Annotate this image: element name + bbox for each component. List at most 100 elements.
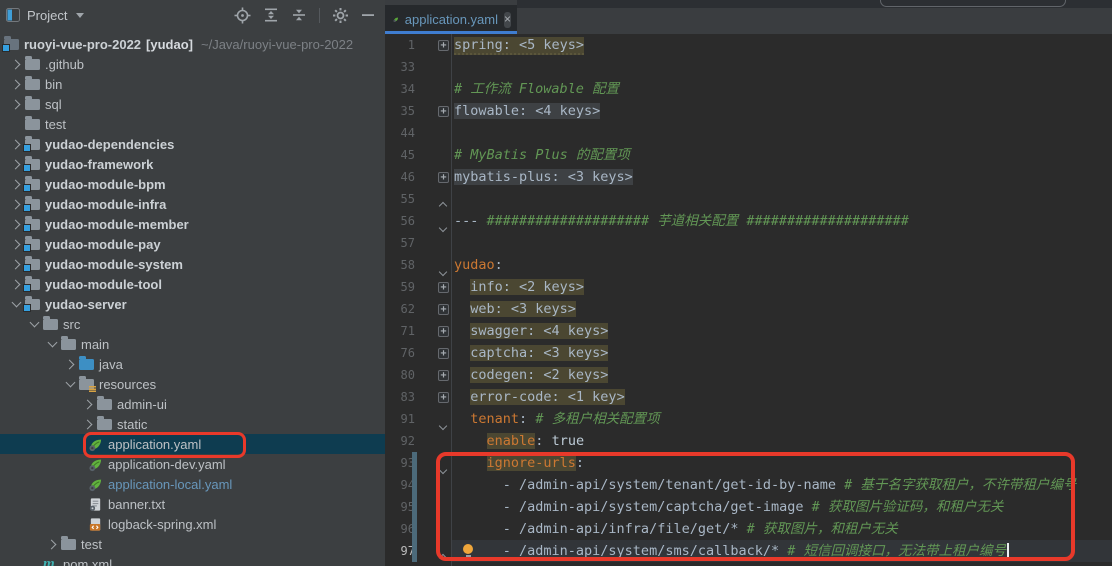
tree-item-sql[interactable]: sql (0, 94, 385, 114)
tree-item-yudao-module-pay[interactable]: yudao-module-pay (0, 234, 385, 254)
folded-region[interactable]: swagger: <4 keys> (470, 323, 608, 339)
code-line-80[interactable]: codegen: <2 keys> (452, 364, 1112, 386)
locate-icon[interactable] (234, 7, 251, 24)
tree-item-yudao-dependencies[interactable]: yudao-dependencies (0, 134, 385, 154)
tree-item-yudao-module-infra[interactable]: yudao-module-infra (0, 194, 385, 214)
chevron-right-icon[interactable] (82, 399, 92, 409)
chevron-right-icon[interactable] (10, 219, 20, 229)
tree-item-resources[interactable]: resources (0, 374, 385, 394)
code-line-92[interactable]: enable: true (452, 430, 1112, 452)
hide-panel-icon[interactable] (361, 8, 375, 22)
folded-region[interactable]: error-code: <1 key> (470, 389, 624, 405)
fold-expand-icon[interactable]: + (438, 304, 449, 315)
tab-application-yaml[interactable]: application.yaml × (385, 5, 517, 34)
tree-item-static[interactable]: static (0, 414, 385, 434)
code-line-59[interactable]: info: <2 keys> (452, 276, 1112, 298)
code-line-91[interactable]: tenant: # 多租户相关配置项 (452, 408, 1112, 430)
folded-region[interactable]: flowable: <4 keys> (454, 103, 600, 119)
code-line-34[interactable]: # 工作流 Flowable 配置 (452, 78, 1112, 100)
chevron-right-icon[interactable] (10, 79, 20, 89)
tree-item-banner-txt[interactable]: banner.txt (0, 494, 385, 514)
chevron-down-icon[interactable] (47, 338, 57, 348)
folded-region[interactable]: spring: <5 keys> (454, 37, 584, 55)
code-line-95[interactable]: - /admin-api/system/captcha/get-image # … (452, 496, 1112, 518)
fold-expand-icon[interactable]: + (438, 106, 449, 117)
chevron-right-icon[interactable] (10, 179, 20, 189)
tree-item-admin-ui[interactable]: admin-ui (0, 394, 385, 414)
code-line-1[interactable]: spring: <5 keys> (452, 34, 1112, 56)
code-line-35[interactable]: flowable: <4 keys> (452, 100, 1112, 122)
tree-item-yudao-server[interactable]: yudao-server (0, 294, 385, 314)
code-line-57[interactable] (452, 232, 1112, 254)
code-editor[interactable]: 1+333435+444546+5556575859+62+71+76+80+8… (385, 34, 1112, 566)
folded-region[interactable]: codegen: <2 keys> (470, 367, 608, 383)
expand-all-icon[interactable] (263, 7, 279, 23)
code-line-94[interactable]: - /admin-api/system/tenant/get-id-by-nam… (452, 474, 1112, 496)
tree-item-application-yaml[interactable]: application.yaml (0, 434, 385, 454)
tree-item-yudao-module-member[interactable]: yudao-module-member (0, 214, 385, 234)
code-line-97[interactable]: - /admin-api/system/sms/callback/* # 短信回… (452, 540, 1112, 562)
tree-item-test[interactable]: test (0, 534, 385, 554)
chevron-right-icon[interactable] (10, 159, 20, 169)
tree-item-application-dev-yaml[interactable]: application-dev.yaml (0, 454, 385, 474)
chevron-right-icon[interactable] (10, 279, 20, 289)
code-line-83[interactable]: error-code: <1 key> (452, 386, 1112, 408)
fold-expand-icon[interactable]: + (438, 40, 449, 51)
tree-item-logback-spring-xml[interactable]: logback-spring.xml (0, 514, 385, 534)
chevron-down-icon[interactable] (29, 318, 39, 328)
tree-item-ruoyi-vue-pro-2022[interactable]: ruoyi-vue-pro-2022[yudao]~/Java/ruoyi-vu… (0, 34, 385, 54)
folded-region[interactable]: web: <3 keys> (470, 301, 576, 317)
tree-item-yudao-framework[interactable]: yudao-framework (0, 154, 385, 174)
chevron-right-icon[interactable] (64, 359, 74, 369)
code-line-56[interactable]: --- #################### 芋道相关配置 ########… (452, 210, 1112, 232)
tree-item-src[interactable]: src (0, 314, 385, 334)
tree-item-yudao-module-bpm[interactable]: yudao-module-bpm (0, 174, 385, 194)
fold-expand-icon[interactable]: + (438, 370, 449, 381)
chevron-right-icon[interactable] (46, 539, 56, 549)
collapse-all-icon[interactable] (291, 7, 307, 23)
code-line-96[interactable]: - /admin-api/infra/file/get/* # 获取图片，和租户… (452, 518, 1112, 540)
tree-item-application-local-yaml[interactable]: application-local.yaml (0, 474, 385, 494)
folded-region[interactable]: info: <2 keys> (470, 279, 584, 295)
code-line-71[interactable]: swagger: <4 keys> (452, 320, 1112, 342)
tree-item-yudao-module-tool[interactable]: yudao-module-tool (0, 274, 385, 294)
code-line-44[interactable] (452, 122, 1112, 144)
tree-item-github[interactable]: .github (0, 54, 385, 74)
chevron-right-icon[interactable] (10, 59, 20, 69)
tree-item-pom-xml[interactable]: mpom.xml (0, 554, 385, 566)
chevron-down-icon[interactable] (76, 13, 84, 18)
close-icon[interactable]: × (504, 12, 511, 28)
chevron-right-icon[interactable] (10, 139, 20, 149)
tree-item-java[interactable]: java (0, 354, 385, 374)
fold-expand-icon[interactable]: + (438, 348, 449, 359)
code-line-93[interactable]: ignore-urls: (452, 452, 1112, 474)
code-line-33[interactable] (452, 56, 1112, 78)
chevron-right-icon[interactable] (10, 259, 20, 269)
settings-gear-icon[interactable] (332, 7, 349, 24)
code-line-76[interactable]: captcha: <3 keys> (452, 342, 1112, 364)
fold-end-icon[interactable] (440, 548, 446, 566)
chevron-right-icon[interactable] (10, 99, 20, 109)
tree-item-test[interactable]: test (0, 114, 385, 134)
code-line-46[interactable]: mybatis-plus: <3 keys> (452, 166, 1112, 188)
intention-lightbulb-icon[interactable] (463, 544, 473, 554)
tree-item-bin[interactable]: bin (0, 74, 385, 94)
fold-expand-icon[interactable]: + (438, 172, 449, 183)
folded-region[interactable]: mybatis-plus: <3 keys> (454, 169, 633, 185)
project-panel-title[interactable]: Project (27, 8, 67, 23)
chevron-right-icon[interactable] (10, 199, 20, 209)
code-area[interactable]: spring: <5 keys> # 工作流 Flowable 配置 flowabl… (451, 34, 1112, 566)
fold-expand-icon[interactable]: + (438, 326, 449, 337)
chevron-right-icon[interactable] (10, 239, 20, 249)
code-line-62[interactable]: web: <3 keys> (452, 298, 1112, 320)
tree-item-main[interactable]: main (0, 334, 385, 354)
code-line-45[interactable]: # MyBatis Plus 的配置项 (452, 144, 1112, 166)
code-line-58[interactable]: yudao: (452, 254, 1112, 276)
folded-region[interactable]: captcha: <3 keys> (470, 345, 608, 361)
tree-item-yudao-module-system[interactable]: yudao-module-system (0, 254, 385, 274)
chevron-down-icon[interactable] (11, 298, 21, 308)
fold-expand-icon[interactable]: + (438, 392, 449, 403)
chevron-down-icon[interactable] (65, 378, 75, 388)
chevron-right-icon[interactable] (82, 419, 92, 429)
fold-expand-icon[interactable]: + (438, 282, 449, 293)
